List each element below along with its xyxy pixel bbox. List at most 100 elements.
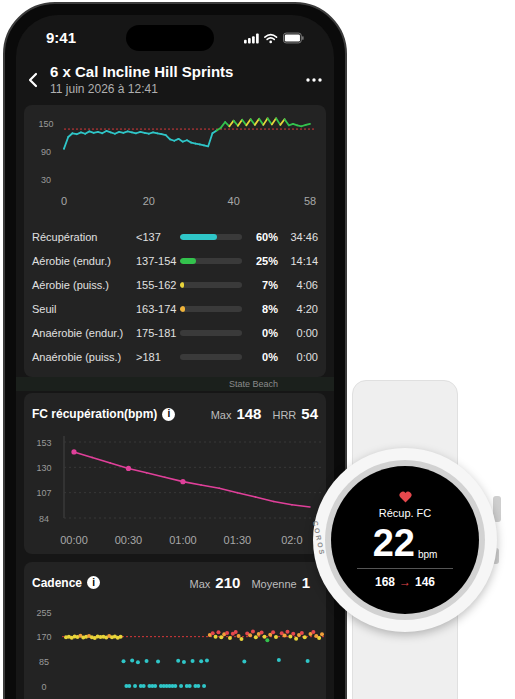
cadence-point	[294, 637, 298, 641]
cadence-point	[283, 634, 287, 638]
cadence-point	[306, 659, 310, 663]
wifi-icon	[264, 33, 277, 44]
zone-bar-fill	[180, 282, 184, 288]
zone-row: Seuil163-1748%4:20	[24, 297, 326, 321]
zone-name: Anaérobie (endur.)	[32, 325, 136, 342]
cadence-point	[234, 630, 238, 634]
phone: 9:416 x Cal Incline Hill Sprints11 juin …	[3, 2, 347, 699]
recovery-segment	[183, 481, 201, 484]
header-titles: 6 x Cal Incline Hill Sprints11 juin 2026…	[50, 63, 294, 97]
hr-segment	[285, 119, 289, 125]
stat-value: 1	[302, 572, 310, 595]
info-icon[interactable]: i	[162, 408, 175, 421]
cadence-point	[260, 631, 264, 635]
stat-label: Max	[211, 407, 232, 424]
x-tick: 0	[61, 195, 67, 207]
x-tick: 01:30	[224, 534, 252, 546]
info-icon[interactable]: i	[87, 576, 100, 589]
watch: COROSRécup. FC22bpm168→146	[300, 380, 505, 699]
hr-segment	[64, 137, 68, 149]
cadence-point	[311, 630, 315, 634]
zone-row: Anaérobie (endur.)175-181 0%0:00	[24, 321, 326, 345]
recovery-segment	[74, 451, 92, 457]
y-tick: 170	[36, 632, 51, 642]
y-tick: 107	[36, 488, 51, 498]
cadence-point	[239, 637, 243, 641]
card-title: Cadence	[32, 574, 82, 592]
watch-divider	[357, 568, 453, 569]
signal-icon	[244, 33, 259, 44]
threshold-line	[64, 129, 316, 130]
card-header: FC récupération(bpm) i Max148HRR54	[24, 393, 326, 430]
card-stats: Max148HRR54	[211, 403, 318, 426]
y-tick: 150	[38, 119, 53, 129]
zones-list: Récupération<13760%34:46 Aérobie (endur.)…	[24, 225, 326, 369]
cadence-point	[320, 632, 324, 636]
heart-rate-card: 15090300204058Récupération<13760%34:46Aé…	[24, 105, 326, 377]
zone-time: 0:00	[278, 325, 318, 342]
zone-row: Récupération<13760%34:46	[24, 225, 326, 249]
cadence-point	[127, 684, 131, 688]
y-tick: 90	[41, 147, 51, 157]
cadence-point	[214, 635, 218, 639]
watch-screen: Récup. FC22bpm168→146	[331, 466, 479, 614]
more-icon[interactable]	[306, 78, 322, 82]
cadence-point	[133, 684, 137, 688]
recovery-segment	[219, 488, 237, 492]
recovery-segment	[292, 504, 310, 506]
card-title: FC récupération(bpm)	[32, 405, 157, 423]
zone-color	[180, 282, 184, 288]
zone-range: 163-174	[136, 301, 180, 318]
card-stats: Max210Moyenne1	[190, 572, 310, 595]
cadence-point	[191, 659, 195, 663]
recovery-segment	[237, 492, 255, 496]
hr-segment	[238, 120, 242, 126]
zone-time: 4:20	[278, 301, 318, 318]
cadence-point	[248, 633, 252, 637]
cadence-point	[173, 684, 177, 688]
cadence-point	[219, 635, 223, 639]
x-tick: 01:00	[169, 534, 197, 546]
map-label: State Beach	[229, 378, 278, 390]
cadence-point	[202, 684, 206, 688]
hr-segment	[221, 122, 225, 128]
hr-segment	[272, 118, 276, 124]
zone-range: 175-181	[136, 325, 180, 342]
y-tick: 84	[39, 513, 49, 523]
recovery-segment	[147, 472, 165, 476]
cadence-point	[130, 658, 134, 662]
zone-name: Aérobie (endur.)	[32, 253, 136, 270]
hr-point	[63, 148, 65, 150]
cadence-chart: 255170850	[24, 598, 326, 699]
recovery-point	[71, 449, 76, 454]
zone-name: Aérobie (puiss.)	[32, 277, 136, 294]
zone-color	[180, 258, 196, 264]
zone-bar-fill	[180, 258, 196, 264]
cadence-point	[188, 684, 192, 688]
zone-bar	[180, 258, 242, 264]
stat-value: 54	[301, 403, 318, 426]
recovery-chart: 1531301078400:0000:3001:0001:3002:0	[24, 430, 326, 554]
back-icon[interactable]	[28, 72, 38, 88]
x-tick: 40	[228, 195, 240, 207]
heart-rate-chart: 15090300204058	[24, 109, 326, 217]
recovery-segment	[165, 477, 183, 481]
card-header: Cadence i Max210Moyenne1	[24, 562, 326, 599]
dynamic-island	[126, 25, 214, 51]
hr-segment	[263, 118, 267, 125]
zone-row: Aérobie (puiss.)155-1627%4:06	[24, 273, 326, 297]
watch-value: 22	[373, 524, 415, 562]
arrow-icon: →	[399, 575, 411, 589]
activity-date: 11 juin 2026 à 12:41	[50, 81, 294, 97]
zone-time: 4:06	[278, 277, 318, 294]
watch-from: 168	[375, 575, 395, 589]
cadence-point	[156, 660, 160, 664]
cadence-point	[262, 635, 266, 639]
hr-segment	[246, 119, 250, 125]
zone-percent: 0%	[246, 325, 278, 342]
cadence-point	[285, 630, 289, 634]
zone-bar-fill	[180, 306, 185, 312]
hr-segment	[259, 119, 263, 125]
recovery-segment	[256, 497, 274, 501]
activity-header: 6 x Cal Incline Hill Sprints11 juin 2026…	[16, 55, 334, 105]
